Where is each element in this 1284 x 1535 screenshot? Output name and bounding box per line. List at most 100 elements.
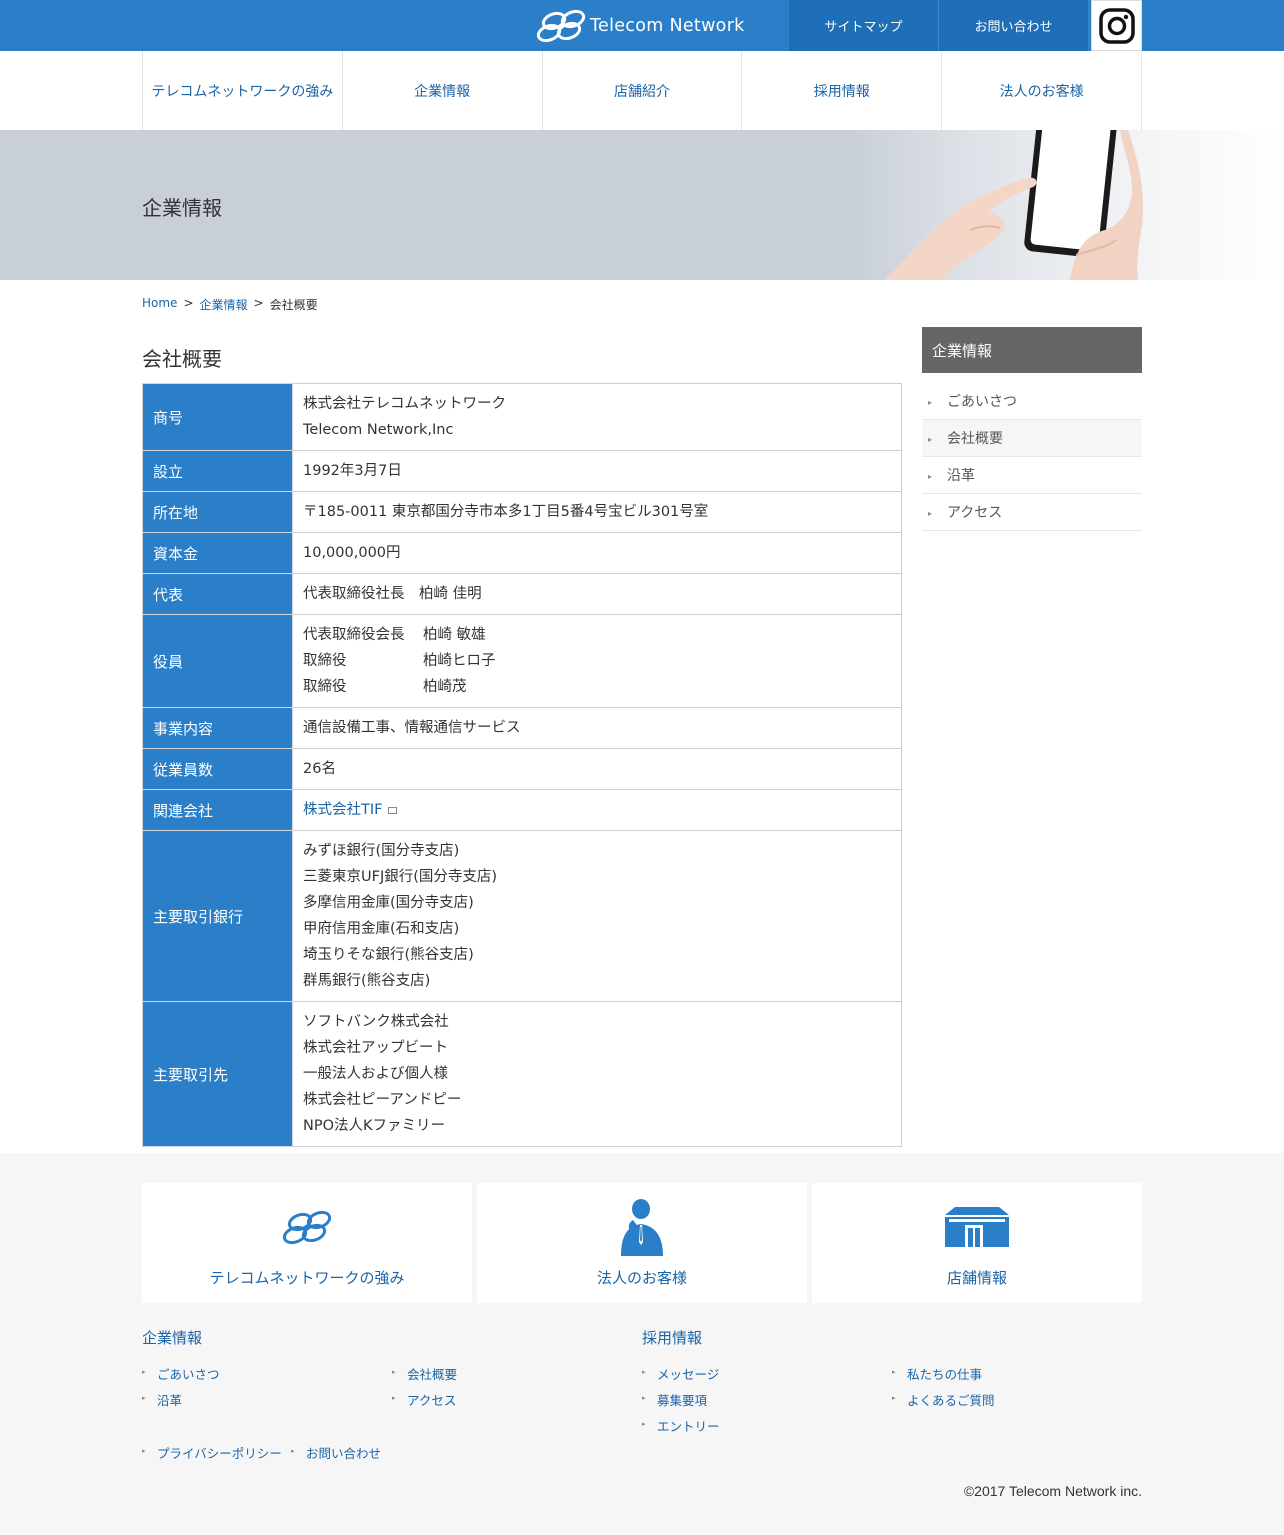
breadcrumb-separator: > (183, 296, 194, 310)
footer-company-title[interactable]: 企業情報 (142, 1327, 202, 1348)
sidebar-item-label: 沿革 (947, 468, 975, 484)
cell-line: Telecom Network,Inc (303, 422, 454, 438)
footer-card-label: 店舗情報 (946, 1269, 1007, 1287)
row-value: ソフトバンク株式会社 株式会社アップビート 一般法人および個人様 株式会社ピーア… (292, 1001, 902, 1147)
row-label: 主要取引銀行 (142, 830, 293, 1002)
cell-line: 多摩信用金庫(国分寺支店) (303, 895, 474, 911)
chevron-right-icon: ▸ (928, 472, 933, 481)
chevron-right-icon: ▸ (142, 1447, 146, 1455)
footer-link-our-work[interactable]: ▸ 私たちの仕事 (892, 1364, 982, 1383)
sidebar-item-label: 会社概要 (947, 431, 1003, 447)
row-value: 26名 (292, 748, 902, 790)
contact-link[interactable]: お問い合わせ (939, 0, 1089, 51)
chevron-right-icon: ▸ (892, 1368, 896, 1376)
sidebar: 企業情報 ▸ ごあいさつ ▸ 会社概要 ▸ 沿革 ▸ アクセス (922, 327, 1142, 531)
sidebar-menu: ▸ ごあいさつ ▸ 会社概要 ▸ 沿革 ▸ アクセス (922, 383, 1142, 531)
row-label: 役員 (142, 614, 293, 708)
footer-link-entry[interactable]: ▸ エントリー (642, 1416, 720, 1435)
hero-title: 企業情報 (142, 196, 222, 220)
footer-link-overview[interactable]: ▸ 会社概要 (392, 1364, 457, 1383)
chevron-right-icon: ▸ (642, 1420, 646, 1428)
cell-line: 株式会社アップビート (303, 1040, 448, 1056)
row-value: 10,000,000円 (292, 532, 902, 574)
footer-link-faq[interactable]: ▸ よくあるご質問 (892, 1390, 995, 1409)
footer-link-label: アクセス (407, 1393, 457, 1408)
sitemap-link[interactable]: サイトマップ (789, 0, 939, 51)
main-nav: テレコムネットワークの強み 企業情報 店舗紹介 採用情報 法人のお客様 (142, 51, 1142, 130)
sidebar-item-access[interactable]: ▸ アクセス (922, 494, 1142, 531)
officer-title: 代表取締役会長 (303, 627, 405, 643)
row-value: 代表取締役会長 柏崎 敏雄 取締役 柏崎ヒロ子 取締役 柏崎茂 (292, 614, 902, 708)
sidebar-item-label: アクセス (947, 505, 1003, 521)
footer-card-store[interactable]: 店舗情報 (812, 1183, 1142, 1303)
footer-link-label: ごあいさつ (157, 1367, 220, 1382)
footer-cards: テレコムネットワークの強み 法人のお客様 店舗情報 (142, 1183, 1142, 1303)
store-icon (945, 1197, 1009, 1257)
footer-card-business[interactable]: 法人のお客様 (477, 1183, 807, 1303)
footer-link-message[interactable]: ▸ メッセージ (642, 1364, 719, 1383)
footer-link-label: メッセージ (657, 1367, 720, 1382)
table-row: 代表 代表取締役社長 柏崎 佳明 (142, 573, 902, 615)
cell-line: 代表取締役社長 柏崎 佳明 (303, 586, 482, 602)
cell-line: 通信設備工事、情報通信サービス (303, 720, 521, 736)
row-value: 代表取締役社長 柏崎 佳明 (292, 573, 902, 615)
chevron-right-icon: ▸ (291, 1447, 295, 1455)
breadcrumb-home[interactable]: Home (142, 296, 177, 313)
sidebar-heading: 企業情報 (922, 327, 1142, 373)
table-row: 役員 代表取締役会長 柏崎 敏雄 取締役 柏崎ヒロ子 取締役 柏崎茂 (142, 614, 902, 708)
footer-link-contact[interactable]: ▸ お問い合わせ (291, 1443, 381, 1462)
footer-link-history[interactable]: ▸ 沿革 (142, 1390, 182, 1409)
nav-item-business[interactable]: 法人のお客様 (942, 51, 1142, 130)
footer-recruit-title[interactable]: 採用情報 (642, 1327, 702, 1348)
table-row: 主要取引先 ソフトバンク株式会社 株式会社アップビート 一般法人および個人様 株… (142, 1001, 902, 1147)
cell-line: みずほ銀行(国分寺支店) (303, 843, 460, 859)
chevron-right-icon: ▸ (892, 1394, 896, 1402)
nav-item-recruit[interactable]: 採用情報 (742, 51, 943, 130)
row-label: 代表 (142, 573, 293, 615)
top-utility-nav: サイトマップ お問い合わせ (789, 0, 1089, 51)
table-row: 関連会社 株式会社TIF (142, 789, 902, 831)
table-row: 資本金 10,000,000円 (142, 532, 902, 574)
table-row: 主要取引銀行 みずほ銀行(国分寺支店) 三菱東京UFJ銀行(国分寺支店) 多摩信… (142, 830, 902, 1002)
row-label: 設立 (142, 450, 293, 492)
footer-link-label: プライバシーポリシー (157, 1446, 282, 1461)
table-row: 所在地 〒185-0011 東京都国分寺市本多1丁目5番4号宝ビル301号室 (142, 491, 902, 533)
nav-item-stores[interactable]: 店舗紹介 (543, 51, 743, 130)
breadcrumb-company[interactable]: 企業情報 (200, 296, 248, 313)
officer-title: 取締役 (303, 679, 347, 695)
footer-card-label: 法人のお客様 (596, 1269, 687, 1287)
cell-line: 株式会社ピーアンドピー (303, 1092, 462, 1108)
cell-line: 埼玉りそな銀行(熊谷支店) (303, 947, 474, 963)
row-value: 〒185-0011 東京都国分寺市本多1丁目5番4号宝ビル301号室 (292, 491, 902, 533)
footer-link-label: 私たちの仕事 (907, 1367, 983, 1382)
cell-line: 10,000,000円 (303, 545, 401, 561)
row-label: 資本金 (142, 532, 293, 574)
footer-link-access[interactable]: ▸ アクセス (392, 1390, 456, 1409)
footer-link-label: エントリー (657, 1419, 720, 1434)
sidebar-item-history[interactable]: ▸ 沿革 (922, 457, 1142, 494)
officer-name: 柏崎ヒロ子 (423, 653, 496, 669)
officer-line: 取締役 柏崎ヒロ子 (303, 648, 891, 674)
instagram-link[interactable] (1091, 0, 1142, 51)
footer-link-label: 会社概要 (407, 1367, 458, 1382)
nav-item-company[interactable]: 企業情報 (343, 51, 543, 130)
logo-rings-icon (536, 9, 586, 43)
table-row: 事業内容 通信設備工事、情報通信サービス (142, 707, 902, 749)
nav-item-strengths[interactable]: テレコムネットワークの強み (143, 51, 343, 130)
footer-link-requirements[interactable]: ▸ 募集要項 (642, 1390, 707, 1409)
related-company-link[interactable]: 株式会社TIF (303, 802, 382, 818)
sidebar-item-greeting[interactable]: ▸ ごあいさつ (922, 383, 1142, 420)
footer-card-strengths[interactable]: テレコムネットワークの強み (142, 1183, 472, 1303)
site-logo[interactable]: Telecom Network (535, 9, 745, 43)
chevron-right-icon: ▸ (392, 1394, 396, 1402)
footer-link-privacy[interactable]: ▸ プライバシーポリシー (142, 1443, 282, 1462)
sidebar-item-overview[interactable]: ▸ 会社概要 (922, 420, 1142, 457)
logo-rings-icon (281, 1197, 333, 1257)
instagram-icon (1098, 7, 1135, 44)
cell-line: 甲府信用金庫(石和支店) (303, 921, 460, 937)
businessman-icon (617, 1197, 667, 1257)
footer-link-greeting[interactable]: ▸ ごあいさつ (142, 1364, 220, 1383)
company-overview-table: 商号 株式会社テレコムネットワーク Telecom Network,Inc 設立… (142, 383, 902, 1147)
row-label: 商号 (142, 383, 293, 451)
officer-line: 代表取締役会長 柏崎 敏雄 (303, 622, 891, 648)
